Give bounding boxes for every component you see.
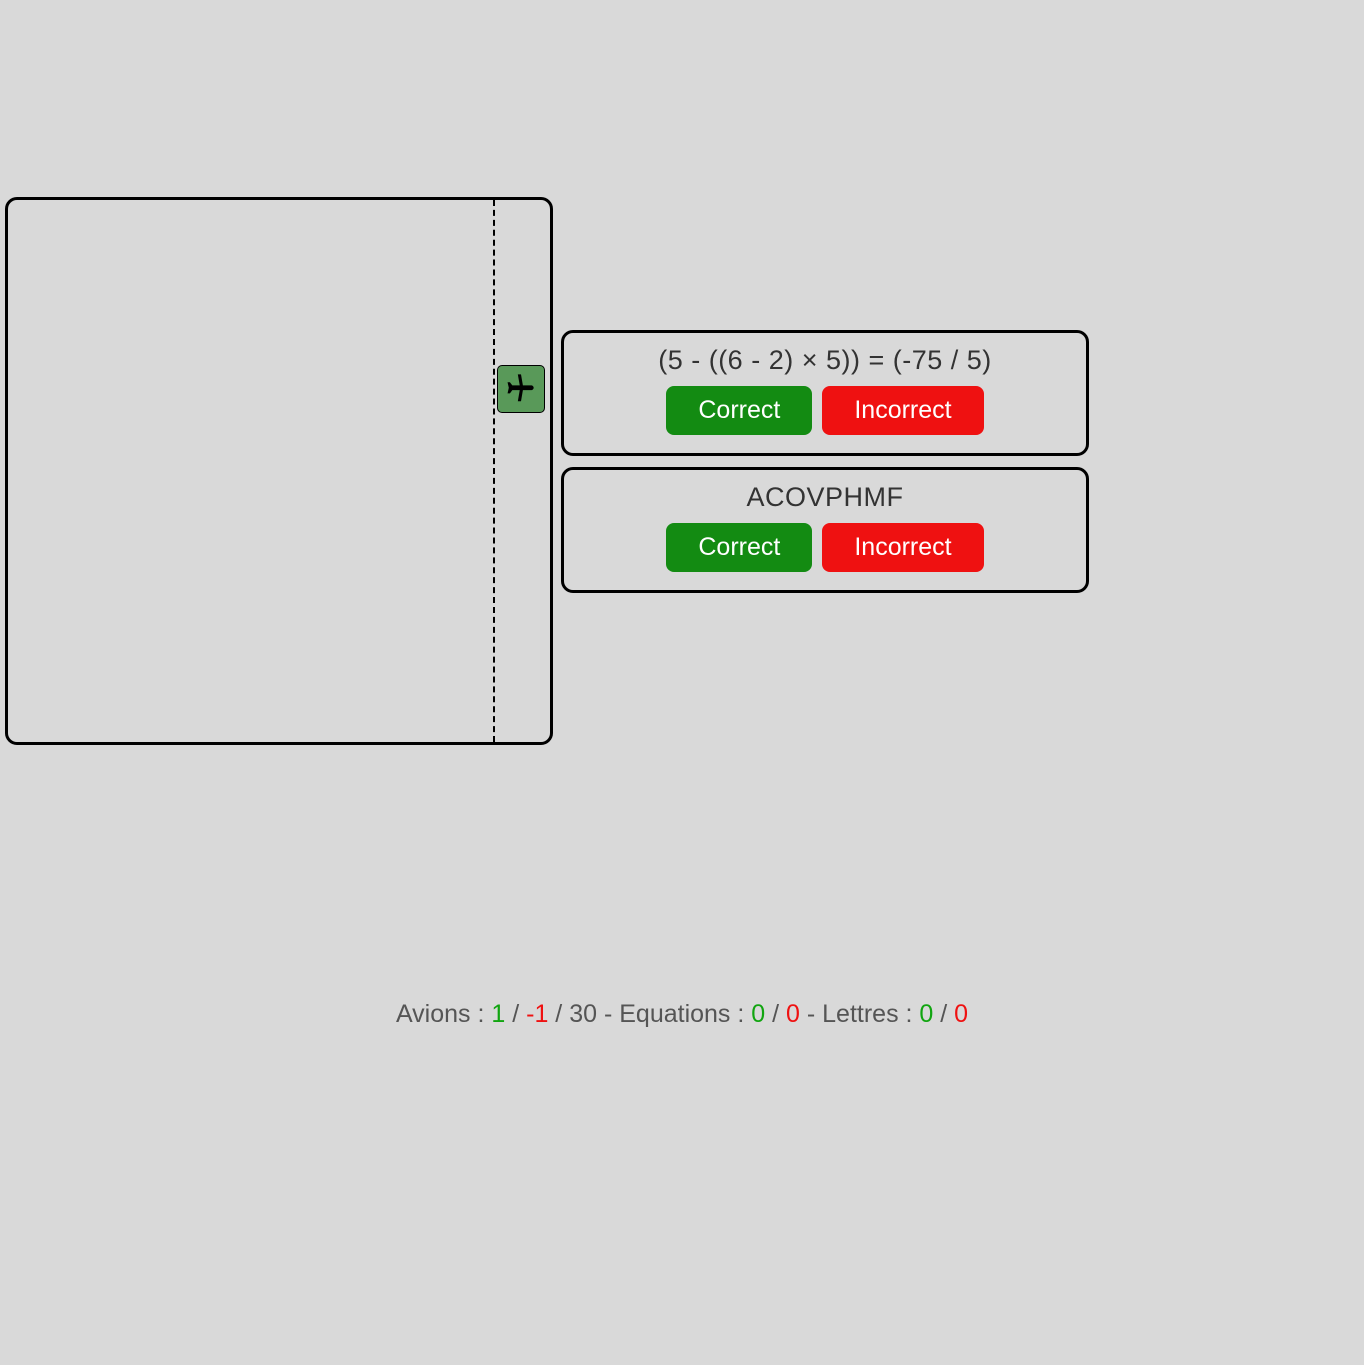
plane-token[interactable]	[497, 365, 545, 413]
score-bar: Avions : 1 / -1 / 30 - Equations : 0 / 0…	[0, 1000, 1364, 1029]
score-eq-bad: 0	[786, 1000, 800, 1028]
score-sep: /	[765, 1000, 786, 1028]
score-avions-bad: -1	[526, 1000, 548, 1028]
score-sep: -	[800, 1000, 822, 1028]
equation-panel: (5 - ((6 - 2) × 5)) = (-75 / 5) Correct …	[561, 330, 1089, 456]
score-avions-good: 1	[491, 1000, 505, 1028]
score-avions-rest: / 30 -	[548, 1000, 619, 1028]
equation-buttons: Correct Incorrect	[582, 386, 1068, 435]
boundary-line	[493, 200, 495, 742]
score-le-good: 0	[919, 1000, 933, 1028]
equation-incorrect-button[interactable]: Incorrect	[822, 386, 983, 435]
airplane-icon	[502, 368, 540, 411]
letters-prompt: ACOVPHMF	[582, 482, 1068, 513]
letters-buttons: Correct Incorrect	[582, 523, 1068, 572]
score-sep: /	[933, 1000, 954, 1028]
letters-panel: ACOVPHMF Correct Incorrect	[561, 467, 1089, 593]
score-le-bad: 0	[954, 1000, 968, 1028]
equation-correct-button[interactable]: Correct	[666, 386, 812, 435]
score-eq-label: Equations :	[619, 1000, 751, 1028]
equation-prompt: (5 - ((6 - 2) × 5)) = (-75 / 5)	[582, 345, 1068, 376]
score-sep: /	[505, 1000, 526, 1028]
score-le-label: Lettres :	[822, 1000, 919, 1028]
letters-correct-button[interactable]: Correct	[666, 523, 812, 572]
letters-incorrect-button[interactable]: Incorrect	[822, 523, 983, 572]
score-eq-good: 0	[751, 1000, 765, 1028]
plane-area[interactable]	[5, 197, 553, 745]
score-avions-label: Avions :	[396, 1000, 491, 1028]
